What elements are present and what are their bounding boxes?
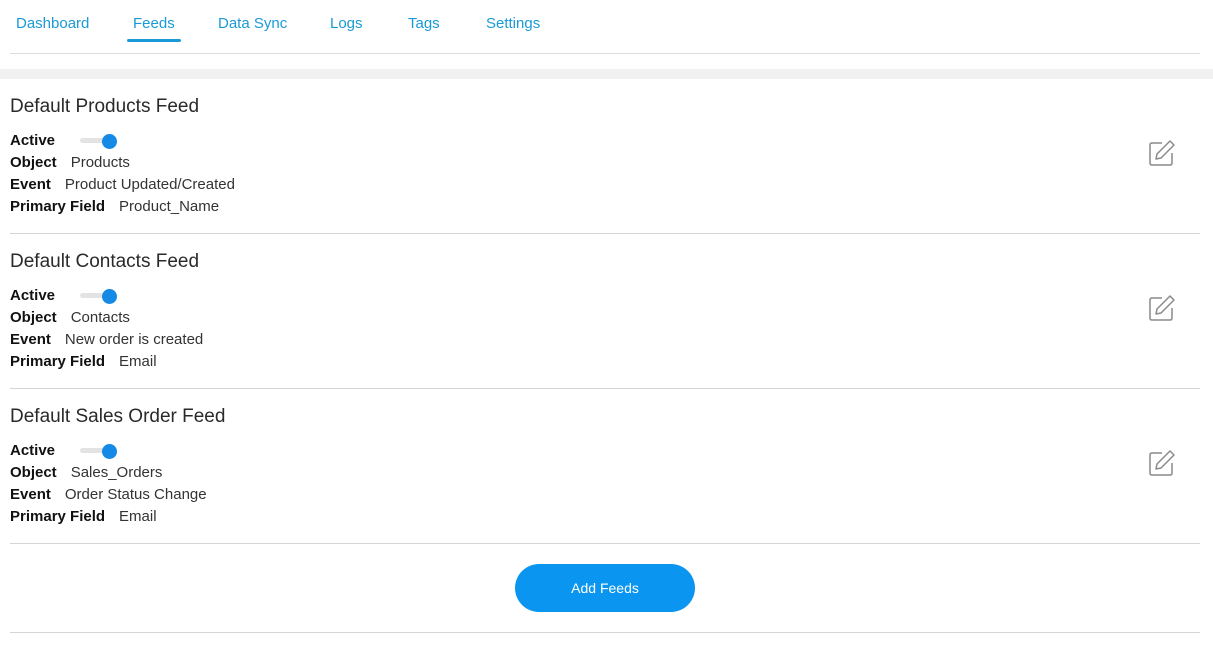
primary-field-row: Primary Field Product_Name	[10, 197, 219, 217]
feed-card: Default Products Feed Active Object Produ…	[10, 79, 1200, 234]
object-value: Products	[70, 154, 130, 171]
object-row: Object Contacts	[10, 308, 130, 328]
event-value: New order is created	[64, 331, 204, 348]
object-label: Object	[10, 464, 57, 481]
primary-field-label: Primary Field	[10, 353, 106, 370]
tab-dashboard[interactable]: Dashboard	[16, 15, 89, 43]
active-label: Active	[10, 442, 56, 459]
event-label: Event	[10, 176, 51, 193]
object-value: Contacts	[70, 309, 130, 326]
event-row: Event Order Status Change	[10, 485, 207, 505]
event-value: Order Status Change	[64, 486, 207, 503]
active-label: Active	[10, 287, 56, 304]
event-row: Event New order is created	[10, 330, 203, 350]
toggle-knob	[102, 444, 117, 459]
toggle-knob	[102, 134, 117, 149]
tab-data-sync[interactable]: Data Sync	[218, 15, 287, 43]
tab-tags[interactable]: Tags	[408, 15, 440, 43]
top-nav: Dashboard Feeds Data Sync Logs Tags Sett…	[10, 0, 1200, 54]
feed-card: Default Sales Order Feed Active Object Sa…	[10, 389, 1200, 544]
active-toggle[interactable]	[80, 133, 118, 149]
primary-field-row: Primary Field Email	[10, 352, 157, 372]
event-label: Event	[10, 331, 51, 348]
event-row: Event Product Updated/Created	[10, 175, 235, 195]
edit-icon[interactable]	[1148, 294, 1176, 322]
active-toggle[interactable]	[80, 443, 118, 459]
edit-icon[interactable]	[1148, 449, 1176, 477]
active-toggle[interactable]	[80, 288, 118, 304]
tab-feeds[interactable]: Feeds	[127, 15, 181, 43]
bottom-divider	[10, 632, 1200, 633]
active-label: Active	[10, 132, 56, 149]
toggle-knob	[102, 289, 117, 304]
object-row: Object Sales_Orders	[10, 463, 162, 483]
feed-card: Default Contacts Feed Active Object Conta…	[10, 234, 1200, 389]
tab-settings[interactable]: Settings	[486, 15, 540, 43]
add-feeds-button[interactable]: Add Feeds	[515, 564, 695, 612]
event-value: Product Updated/Created	[64, 176, 235, 193]
active-row: Active	[10, 131, 55, 151]
feed-title: Default Contacts Feed	[10, 251, 200, 272]
active-row: Active	[10, 286, 55, 306]
feed-title: Default Products Feed	[10, 96, 200, 117]
object-label: Object	[10, 154, 57, 171]
primary-field-label: Primary Field	[10, 198, 106, 215]
primary-field-value: Email	[119, 353, 157, 370]
tab-logs[interactable]: Logs	[330, 15, 363, 43]
object-label: Object	[10, 309, 57, 326]
primary-field-row: Primary Field Email	[10, 507, 157, 527]
primary-field-value: Product_Name	[119, 198, 220, 215]
primary-field-label: Primary Field	[10, 508, 106, 525]
active-row: Active	[10, 441, 55, 461]
primary-field-value: Email	[119, 508, 157, 525]
feed-title: Default Sales Order Feed	[10, 406, 226, 427]
event-label: Event	[10, 486, 51, 503]
edit-icon[interactable]	[1148, 139, 1176, 167]
object-value: Sales_Orders	[70, 464, 163, 481]
object-row: Object Products	[10, 153, 130, 173]
section-divider-band	[0, 69, 1213, 79]
